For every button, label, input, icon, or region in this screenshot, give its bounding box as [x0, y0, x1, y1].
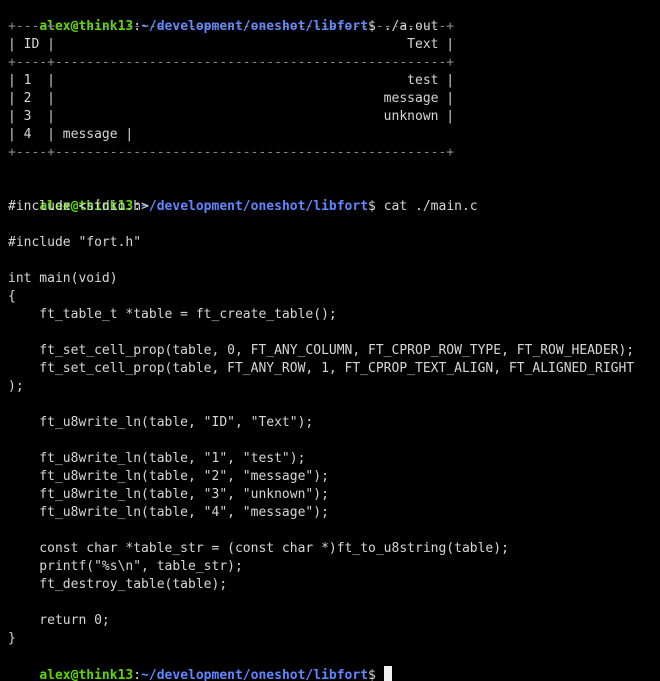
- prompt-path: ~/development/oneshot/libfort: [141, 199, 369, 214]
- source-line: );: [8, 379, 24, 394]
- source-line: }: [8, 631, 16, 646]
- source-line: ft_table_t *table = ft_create_table();: [8, 307, 337, 322]
- source-line: ft_set_cell_prop(table, FT_ANY_ROW, 1, F…: [8, 361, 635, 376]
- source-line: ft_u8write_ln(table, "3", "unknown");: [8, 487, 329, 502]
- prompt-line-cat: alex@think13:~/development/oneshot/libfo…: [8, 180, 477, 214]
- table-row: | 3 | unknown |: [8, 109, 455, 124]
- source-line: ft_u8write_ln(table, "ID", "Text");: [8, 415, 314, 430]
- source-line: const char *table_str = (const char *)ft…: [8, 541, 509, 556]
- source-line: #include "fort.h": [8, 235, 142, 250]
- table-row: | 1 | test |: [8, 73, 455, 88]
- source-line: ft_set_cell_prop(table, 0, FT_ANY_COLUMN…: [8, 343, 635, 358]
- source-line: #include <stdio.h>: [8, 199, 149, 214]
- source-line: ft_destroy_table(table);: [8, 577, 228, 592]
- source-line: int main(void): [8, 271, 118, 286]
- source-line: ft_u8write_ln(table, "2", "message");: [8, 469, 329, 484]
- cursor-block: [383, 666, 392, 681]
- source-line: printf("%s\n", table_str);: [8, 559, 243, 574]
- prompt-user-host: alex@think13: [39, 668, 134, 681]
- prompt-path: ~/development/oneshot/libfort: [141, 668, 369, 681]
- terminal-window[interactable]: alex@think13:~/development/oneshot/libfo…: [0, 0, 660, 681]
- table-header-row: | ID | Text |: [8, 37, 455, 52]
- prompt-line-current[interactable]: alex@think13:~/development/oneshot/libfo…: [8, 648, 392, 681]
- table-row: | 2 | message |: [8, 91, 455, 106]
- command-text: cat ./main.c: [375, 199, 478, 214]
- source-line: {: [8, 289, 16, 304]
- table-row: | 4 | message |: [8, 127, 134, 142]
- source-line: ft_u8write_ln(table, "4", "message");: [8, 505, 329, 520]
- prompt-symbol: $: [368, 668, 376, 681]
- source-line: return 0;: [8, 613, 110, 628]
- table-border-bottom: +----+----------------------------------…: [8, 145, 455, 160]
- prompt-line-run: alex@think13:~/development/oneshot/libfo…: [8, 0, 438, 34]
- source-line: ft_u8write_ln(table, "1", "test");: [8, 451, 306, 466]
- table-header-separator: +----+----------------------------------…: [8, 55, 455, 70]
- prompt-symbol: $: [368, 199, 376, 214]
- prompt-separator: :: [133, 668, 142, 681]
- table-border-top: +----+----------------------------------…: [8, 19, 455, 34]
- command-input[interactable]: [376, 668, 384, 681]
